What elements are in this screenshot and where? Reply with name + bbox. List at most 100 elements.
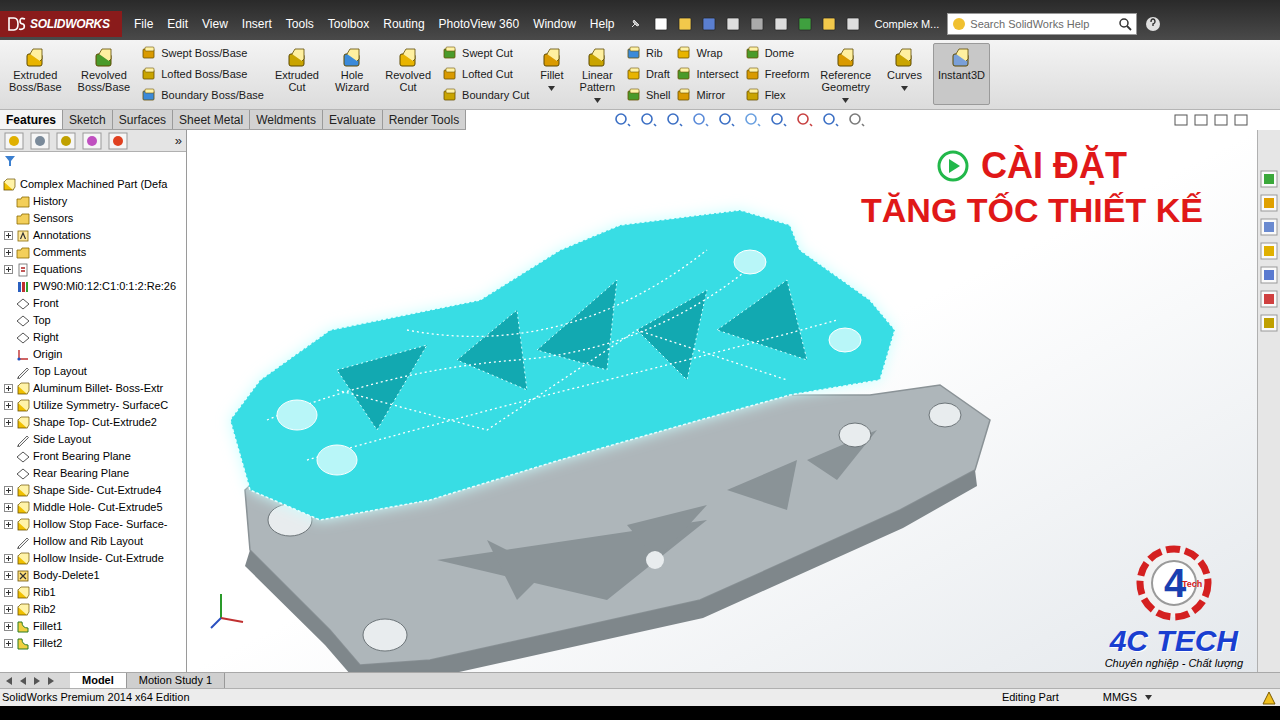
expand-toggle[interactable] bbox=[4, 639, 13, 648]
tree-item[interactable]: Fillet2 bbox=[0, 635, 186, 652]
command-tab[interactable]: Render Tools bbox=[383, 110, 467, 129]
ribbon-large-button[interactable]: ExtrudedCut bbox=[270, 43, 324, 105]
menu-item[interactable]: Toolbox bbox=[328, 15, 369, 33]
view-tool-icon[interactable] bbox=[614, 112, 632, 128]
panel-tab-icon[interactable] bbox=[4, 132, 24, 150]
ribbon-small-button[interactable]: Rib bbox=[626, 44, 670, 62]
plus-icon[interactable] bbox=[4, 571, 13, 580]
ribbon-large-button[interactable]: Instant3D bbox=[933, 43, 990, 105]
tree-item[interactable]: Rib1 bbox=[0, 584, 186, 601]
expand-toggle[interactable] bbox=[4, 520, 13, 529]
tree-item[interactable]: Comments bbox=[0, 244, 186, 261]
view-tool-icon[interactable] bbox=[640, 112, 658, 128]
ribbon-small-button[interactable]: Freeform bbox=[745, 65, 810, 83]
ribbon-small-button[interactable]: Dome bbox=[745, 44, 810, 62]
toolbar-button-icon[interactable] bbox=[677, 16, 695, 32]
plus-icon[interactable] bbox=[4, 639, 13, 648]
view-tool-icon[interactable] bbox=[822, 112, 840, 128]
plus-icon[interactable] bbox=[4, 265, 13, 274]
toolbar-button-icon[interactable] bbox=[725, 16, 743, 32]
toolbar-button-icon[interactable] bbox=[821, 16, 839, 32]
window-button-icon[interactable] bbox=[1234, 114, 1248, 126]
plus-icon[interactable] bbox=[4, 554, 13, 563]
rebuild-status-icon[interactable] bbox=[1262, 691, 1276, 705]
tree-item[interactable]: Utilize Symmetry- SurfaceC bbox=[0, 397, 186, 414]
plus-icon[interactable] bbox=[4, 520, 13, 529]
ribbon-small-button[interactable]: Wrap bbox=[676, 44, 738, 62]
plus-icon[interactable] bbox=[4, 418, 13, 427]
ribbon-small-button[interactable]: Boundary Cut bbox=[442, 86, 529, 104]
tree-item[interactable]: Hollow Stop Face- Surface- bbox=[0, 516, 186, 533]
tree-item[interactable]: Shape Top- Cut-Extrude2 bbox=[0, 414, 186, 431]
ribbon-small-button[interactable]: Swept Boss/Base bbox=[141, 44, 264, 62]
tree-item[interactable]: Front bbox=[0, 295, 186, 312]
panel-expand-button[interactable]: » bbox=[175, 131, 182, 151]
menu-item[interactable]: Help bbox=[590, 15, 615, 33]
plus-icon[interactable] bbox=[4, 384, 13, 393]
dropdown-arrow-icon[interactable] bbox=[842, 98, 849, 103]
task-pane-tab-icon[interactable] bbox=[1260, 266, 1278, 284]
view-tool-icon[interactable] bbox=[770, 112, 788, 128]
ribbon-small-button[interactable]: Flex bbox=[745, 86, 810, 104]
plus-icon[interactable] bbox=[4, 231, 13, 240]
toolbar-button-icon[interactable] bbox=[773, 16, 791, 32]
plus-icon[interactable] bbox=[4, 503, 13, 512]
tree-item[interactable]: Top Layout bbox=[0, 363, 186, 380]
ribbon-large-button[interactable]: Fillet bbox=[535, 43, 568, 105]
expand-toggle[interactable] bbox=[4, 265, 13, 274]
view-tool-icon[interactable] bbox=[744, 112, 762, 128]
task-pane-tab-icon[interactable] bbox=[1260, 290, 1278, 308]
task-pane-tab-icon[interactable] bbox=[1260, 314, 1278, 332]
plus-icon[interactable] bbox=[4, 486, 13, 495]
view-tool-icon[interactable] bbox=[796, 112, 814, 128]
tree-root[interactable]: Complex Machined Part (Defa bbox=[0, 176, 186, 193]
tree-item[interactable]: Rear Bearing Plane bbox=[0, 465, 186, 482]
tree-item[interactable]: Middle Hole- Cut-Extrude5 bbox=[0, 499, 186, 516]
ribbon-small-button[interactable]: Shell bbox=[626, 86, 670, 104]
command-tab[interactable]: Features bbox=[0, 110, 63, 129]
expand-toggle[interactable] bbox=[4, 622, 13, 631]
tree-item[interactable]: Top bbox=[0, 312, 186, 329]
panel-tab-icon[interactable] bbox=[56, 132, 76, 150]
view-tool-icon[interactable] bbox=[848, 112, 866, 128]
ribbon-small-button[interactable]: Boundary Boss/Base bbox=[141, 86, 264, 104]
expand-toggle[interactable] bbox=[4, 384, 13, 393]
tree-item[interactable]: Sensors bbox=[0, 210, 186, 227]
toolbar-button-icon[interactable] bbox=[749, 16, 767, 32]
dropdown-arrow-icon[interactable] bbox=[1145, 695, 1152, 700]
plus-icon[interactable] bbox=[4, 622, 13, 631]
expand-toggle[interactable] bbox=[4, 554, 13, 563]
menu-item[interactable]: Routing bbox=[383, 15, 424, 33]
tree-item[interactable]: Annotations bbox=[0, 227, 186, 244]
ribbon-large-button[interactable]: RevolvedBoss/Base bbox=[73, 43, 136, 105]
toolbar-button-icon[interactable] bbox=[653, 16, 671, 32]
expand-toggle[interactable] bbox=[4, 503, 13, 512]
model-tab[interactable]: Model bbox=[70, 673, 127, 688]
tree-item[interactable]: Hollow and Rib Layout bbox=[0, 533, 186, 550]
ribbon-small-button[interactable]: Draft bbox=[626, 65, 670, 83]
command-tab[interactable]: Surfaces bbox=[113, 110, 173, 129]
graphics-area[interactable]: CÀI ĐẶTTĂNG TỐC THIẾT KẾ4Tech4C TECHChuy… bbox=[187, 130, 1257, 672]
dropdown-arrow-icon[interactable] bbox=[901, 86, 908, 91]
filter-icon[interactable] bbox=[4, 155, 16, 167]
ribbon-small-button[interactable]: Mirror bbox=[676, 86, 738, 104]
status-units[interactable]: MMGS bbox=[1103, 689, 1137, 706]
expand-toggle[interactable] bbox=[4, 418, 13, 427]
tree-item[interactable]: Side Layout bbox=[0, 431, 186, 448]
dropdown-arrow-icon[interactable] bbox=[548, 86, 555, 91]
panel-tab-icon[interactable] bbox=[108, 132, 128, 150]
view-tool-icon[interactable] bbox=[718, 112, 736, 128]
tree-item[interactable]: PW90:Mi0:12:C1:0:1:2:Re:26 bbox=[0, 278, 186, 295]
view-tool-icon[interactable] bbox=[666, 112, 684, 128]
window-button-icon[interactable] bbox=[1174, 114, 1188, 126]
plus-icon[interactable] bbox=[4, 248, 13, 257]
command-tab[interactable]: Sketch bbox=[63, 110, 113, 129]
tree-item[interactable]: Rib2 bbox=[0, 601, 186, 618]
task-pane-tab-icon[interactable] bbox=[1260, 242, 1278, 260]
ribbon-large-button[interactable]: HoleWizard bbox=[330, 43, 374, 105]
command-tab[interactable]: Weldments bbox=[250, 110, 323, 129]
help-dropdown-icon[interactable] bbox=[1145, 16, 1161, 32]
command-tab[interactable]: Sheet Metal bbox=[173, 110, 250, 129]
ribbon-large-button[interactable]: Curves bbox=[882, 43, 927, 105]
menu-item[interactable]: File bbox=[134, 15, 153, 33]
